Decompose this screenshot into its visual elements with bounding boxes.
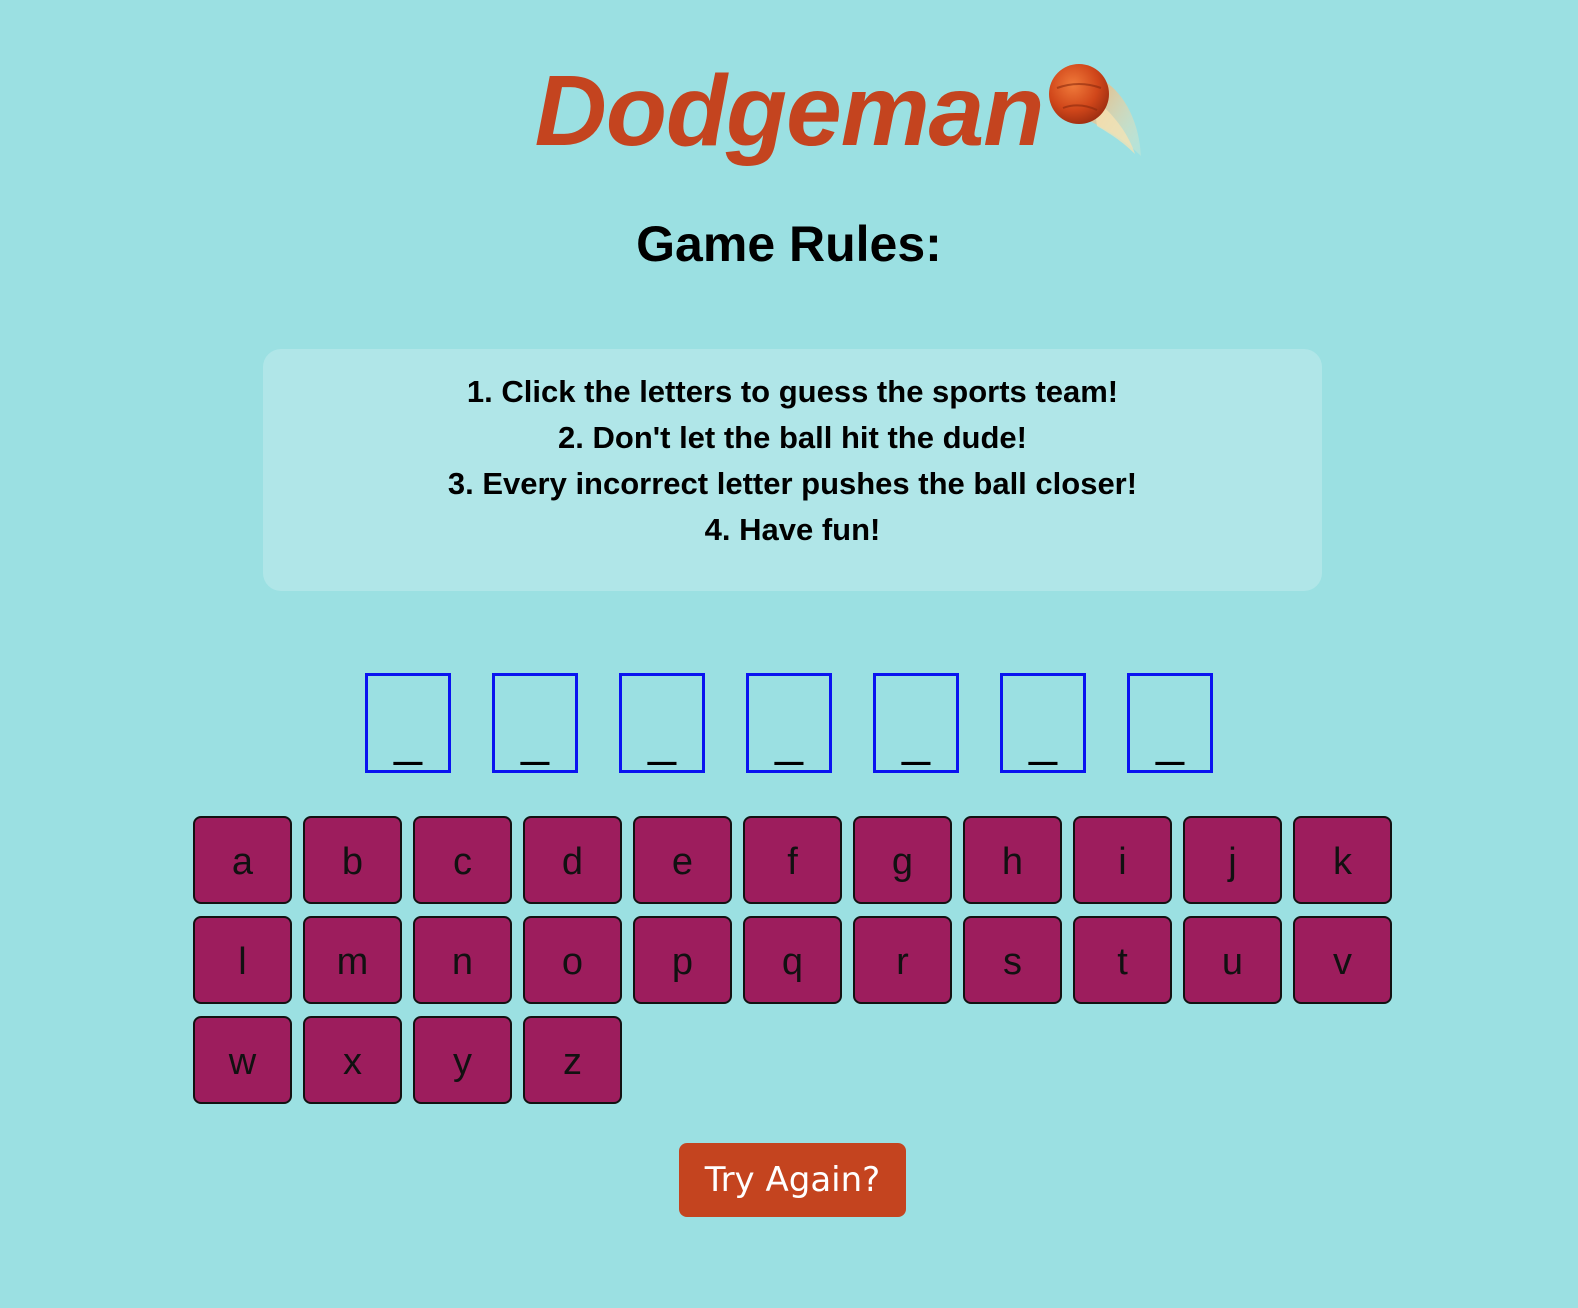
rule-item: 3. Every incorrect letter pushes the bal… xyxy=(447,466,1138,501)
letter-slot-value: _ xyxy=(775,710,803,766)
letter-key-c[interactable]: c xyxy=(413,816,512,904)
letter-key-o[interactable]: o xyxy=(523,916,622,1004)
letter-key-g[interactable]: g xyxy=(853,816,952,904)
letter-slot-value: _ xyxy=(521,710,549,766)
letter-slot-value: _ xyxy=(902,710,930,766)
letter-key-v[interactable]: v xyxy=(1293,916,1392,1004)
letter-key-z[interactable]: z xyxy=(523,1016,622,1104)
letter-slot-value: _ xyxy=(1156,710,1184,766)
letter-key-e[interactable]: e xyxy=(633,816,732,904)
letter-key-k[interactable]: k xyxy=(1293,816,1392,904)
letter-slot: _ xyxy=(492,673,578,773)
letter-key-w[interactable]: w xyxy=(193,1016,292,1104)
letter-slot: _ xyxy=(365,673,451,773)
rule-item: 2. Don't let the ball hit the dude! xyxy=(558,420,1027,455)
letter-key-f[interactable]: f xyxy=(743,816,842,904)
rule-item: 4. Have fun! xyxy=(704,512,881,547)
letter-slot: _ xyxy=(1127,673,1213,773)
letter-slot: _ xyxy=(746,673,832,773)
letter-keyboard: a b c d e f g h i j k l m n o p q r s t … xyxy=(193,816,1403,1104)
letter-key-b[interactable]: b xyxy=(303,816,402,904)
letter-key-x[interactable]: x xyxy=(303,1016,402,1104)
letter-key-i[interactable]: i xyxy=(1073,816,1172,904)
letter-slot-value: _ xyxy=(394,710,422,766)
letter-slot: _ xyxy=(619,673,705,773)
letter-slot-value: _ xyxy=(648,710,676,766)
letter-key-j[interactable]: j xyxy=(1183,816,1282,904)
letter-key-q[interactable]: q xyxy=(743,916,842,1004)
letter-key-m[interactable]: m xyxy=(303,916,402,1004)
letter-key-r[interactable]: r xyxy=(853,916,952,1004)
letter-key-a[interactable]: a xyxy=(193,816,292,904)
letter-key-t[interactable]: t xyxy=(1073,916,1172,1004)
letter-key-h[interactable]: h xyxy=(963,816,1062,904)
rules-heading: Game Rules: xyxy=(636,216,942,272)
letter-slot-value: _ xyxy=(1029,710,1057,766)
letter-key-n[interactable]: n xyxy=(413,916,512,1004)
letter-key-p[interactable]: p xyxy=(633,916,732,1004)
word-slots: _ _ _ _ _ _ _ xyxy=(0,673,1578,773)
try-again-button[interactable]: Try Again? xyxy=(679,1143,906,1217)
letter-key-u[interactable]: u xyxy=(1183,916,1282,1004)
rules-panel: 1. Click the letters to guess the sports… xyxy=(263,349,1322,591)
rule-item: 1. Click the letters to guess the sports… xyxy=(466,374,1119,409)
letter-slot: _ xyxy=(873,673,959,773)
game-title: Dodgeman xyxy=(534,54,1142,169)
letter-key-l[interactable]: l xyxy=(193,916,292,1004)
fireball-icon xyxy=(1049,64,1142,156)
letter-key-y[interactable]: y xyxy=(413,1016,512,1104)
letter-slot: _ xyxy=(1000,673,1086,773)
game-title-text: Dodgeman xyxy=(534,55,1045,167)
letter-key-d[interactable]: d xyxy=(523,816,622,904)
header: Dodgeman xyxy=(0,54,1578,169)
letter-key-s[interactable]: s xyxy=(963,916,1062,1004)
